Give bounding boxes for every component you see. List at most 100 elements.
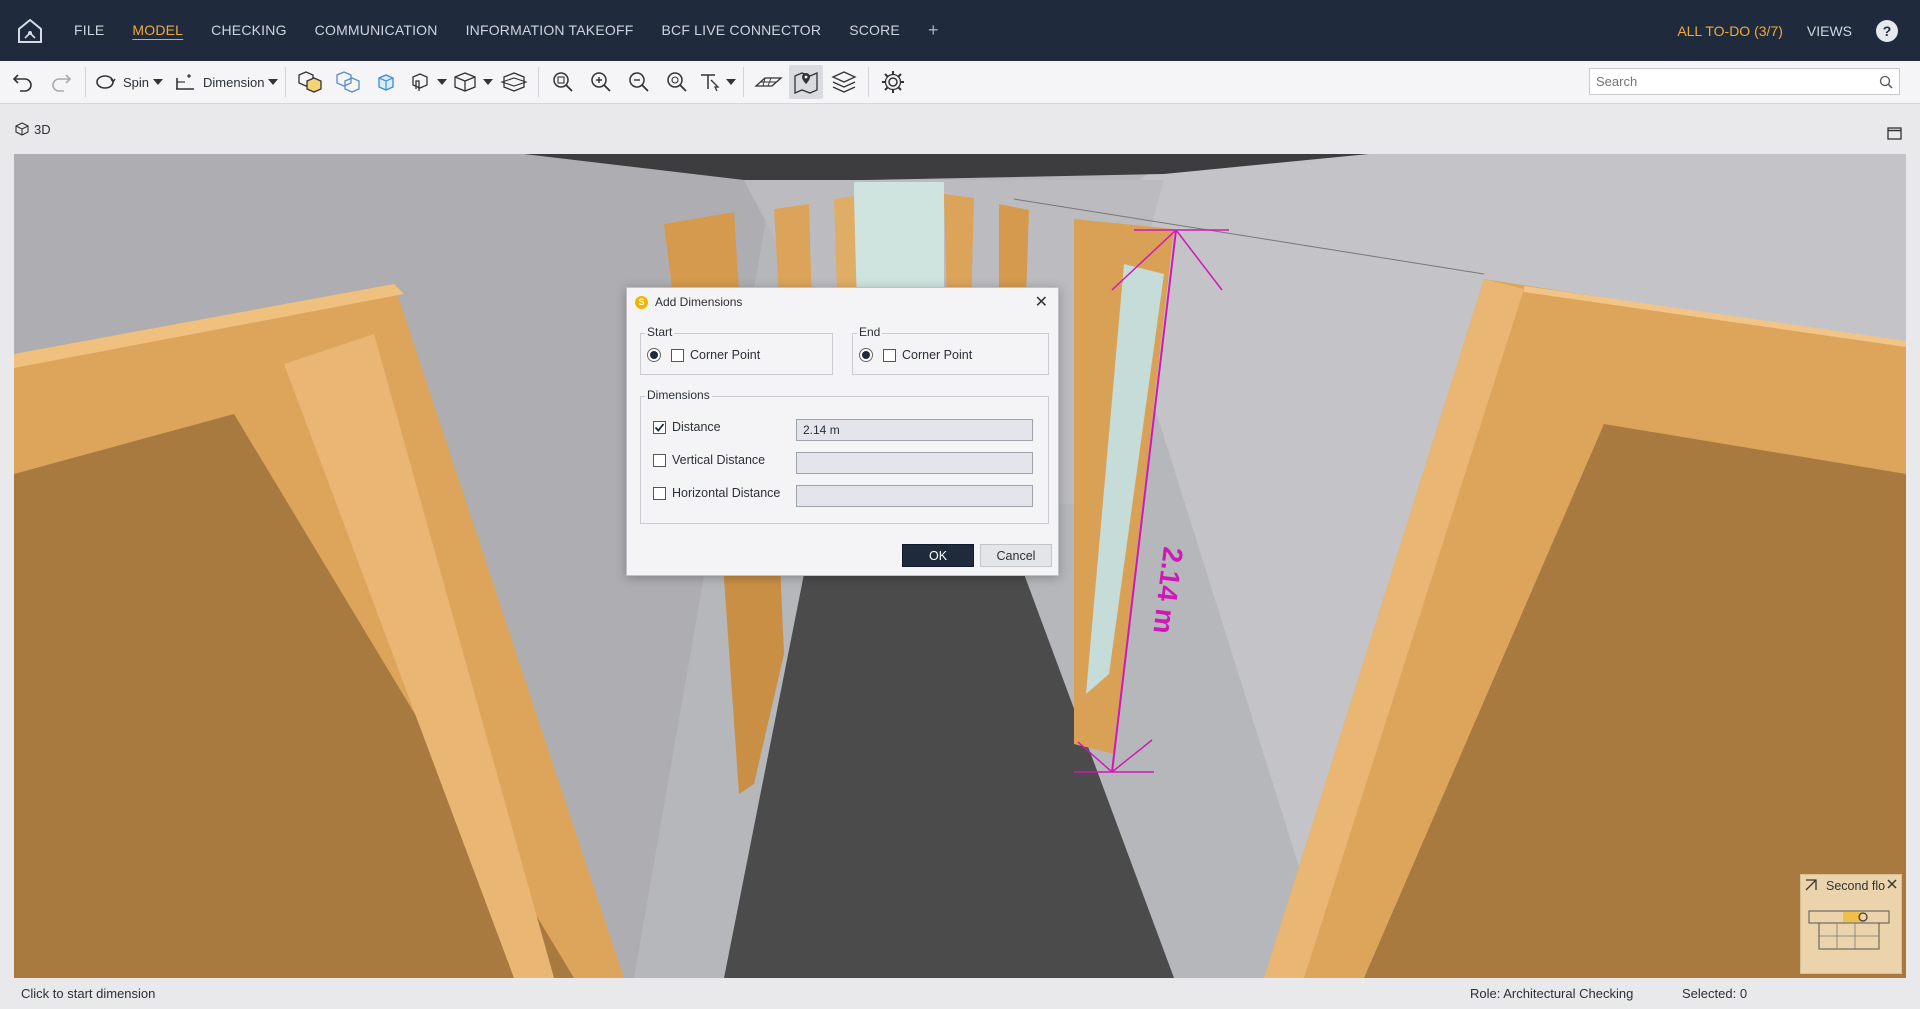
all-todo-button[interactable]: ALL TO-DO (3/7) — [1677, 23, 1783, 39]
chevron-down-icon — [437, 79, 448, 85]
start-group-label: Start — [645, 325, 675, 339]
add-dimensions-dialog: S Add Dimensions ✕ Start Corner Point En… — [626, 287, 1059, 576]
redo-icon — [52, 74, 72, 92]
expand-corner-icon[interactable] — [1805, 879, 1817, 891]
dialog-title-bar: S Add Dimensions — [627, 290, 1058, 314]
status-bar: Click to start dimension Role: Architect… — [0, 978, 1920, 1009]
dimension-label: Dimension — [203, 74, 265, 90]
view-tab-3d[interactable]: 3D — [34, 122, 51, 137]
end-group: End Corner Point — [852, 325, 1049, 375]
chevron-down-icon — [726, 79, 737, 85]
undo-icon — [12, 74, 32, 92]
zoom-out-button[interactable] — [622, 65, 656, 99]
dimensions-group-label: Dimensions — [645, 388, 712, 402]
start-group: Start Corner Point — [640, 325, 833, 375]
transparent-view-button[interactable] — [331, 65, 365, 99]
layers-button[interactable] — [827, 65, 861, 99]
menu-model[interactable]: MODEL — [118, 0, 197, 61]
views-button[interactable]: VIEWS — [1807, 23, 1852, 39]
vertical-distance-checkbox[interactable] — [653, 453, 666, 467]
cube-outline-icon — [378, 74, 395, 91]
layers-icon — [831, 71, 858, 93]
menu-file[interactable]: FILE — [60, 0, 118, 61]
menu-communication[interactable]: COMMUNICATION — [301, 0, 452, 61]
dimensions-group: Dimensions Distance 2.14 m Vertical Dist… — [640, 388, 1049, 524]
chevron-down-icon — [483, 79, 494, 85]
end-radio[interactable] — [859, 348, 873, 362]
toolbar-divider — [538, 67, 540, 97]
menu-bcf-live-connector[interactable]: BCF LIVE CONNECTOR — [647, 0, 835, 61]
menu-checking[interactable]: CHECKING — [197, 0, 301, 61]
floor-plan-thumbnail — [1808, 910, 1890, 950]
add-tab-button[interactable]: + — [914, 20, 953, 41]
top-right-controls: ALL TO-DO (3/7) VIEWS ? — [1677, 19, 1920, 42]
zoom-selection-icon — [667, 72, 688, 92]
spin-dropdown[interactable]: Spin — [93, 65, 164, 99]
maximize-icon[interactable] — [1887, 127, 1902, 145]
settings-button[interactable] — [876, 65, 910, 99]
horizontal-distance-option[interactable]: Horizontal Distance — [653, 486, 780, 500]
cube-3d-icon — [15, 122, 29, 136]
isolate-view-button[interactable] — [369, 65, 403, 99]
horizontal-distance-checkbox[interactable] — [653, 486, 666, 500]
search-box[interactable] — [1589, 68, 1900, 95]
checkmark-icon — [654, 422, 665, 432]
distance-label: Distance — [672, 420, 721, 434]
map-pin-icon — [794, 72, 819, 94]
floor-plan-button[interactable] — [751, 65, 785, 99]
zoom-out-icon — [629, 72, 650, 92]
cursor-pick-icon — [701, 74, 721, 92]
zoom-selected-button[interactable] — [660, 65, 694, 99]
undo-button[interactable] — [6, 65, 40, 99]
menu-information-takeoff[interactable]: INFORMATION TAKEOFF — [452, 0, 648, 61]
close-icon[interactable]: ✕ — [1035, 292, 1048, 312]
spin-icon — [96, 75, 116, 89]
model-view-button[interactable] — [293, 65, 327, 99]
menu-score[interactable]: SCORE — [835, 0, 914, 61]
search-input[interactable] — [1596, 74, 1879, 89]
dialog-title: Add Dimensions — [655, 295, 743, 309]
toolbar-divider — [85, 67, 86, 97]
map-pin-button[interactable] — [789, 65, 824, 99]
plane-view-button[interactable] — [497, 65, 531, 99]
search-icon[interactable] — [1879, 75, 1893, 89]
distance-field[interactable]: 2.14 m — [796, 419, 1033, 441]
chevron-down-icon — [153, 79, 164, 85]
horizontal-distance-field[interactable] — [796, 485, 1033, 507]
main-menu: FILE MODEL CHECKING COMMUNICATION INFORM… — [60, 0, 953, 61]
redo-button[interactable] — [44, 65, 78, 99]
zoom-in-button[interactable] — [584, 65, 618, 99]
vertical-distance-label: Vertical Distance — [672, 453, 766, 467]
distance-option[interactable]: Distance — [653, 420, 721, 434]
start-radio[interactable] — [647, 348, 661, 362]
vertical-distance-field[interactable] — [796, 452, 1033, 474]
pick-tool-dropdown[interactable] — [698, 65, 737, 99]
hand-cube-icon — [412, 73, 429, 91]
dimension-dropdown[interactable]: Dimension — [173, 65, 279, 99]
ok-button[interactable]: OK — [902, 544, 974, 567]
view-header: 3D — [14, 104, 1906, 154]
floor-minimap[interactable]: Second flo — [1800, 874, 1902, 974]
zoom-in-icon — [591, 72, 612, 92]
start-corner-point-checkbox[interactable] — [671, 348, 684, 362]
toolbar-divider — [285, 67, 287, 97]
transparent-cubes-icon — [336, 71, 361, 93]
spin-label: Spin — [123, 74, 150, 90]
home-logo-icon[interactable] — [0, 0, 60, 61]
cancel-button[interactable]: Cancel — [980, 544, 1052, 567]
section-tool-button[interactable] — [407, 65, 448, 99]
close-icon[interactable] — [1886, 878, 1898, 890]
gear-icon — [882, 71, 905, 93]
box-view-button[interactable] — [451, 65, 494, 99]
end-group-label: End — [857, 325, 883, 339]
toolbar-divider — [868, 67, 870, 97]
vertical-distance-option[interactable]: Vertical Distance — [653, 453, 765, 467]
zoom-extents-button[interactable] — [546, 65, 580, 99]
help-icon[interactable]: ? — [1876, 19, 1898, 42]
floor-plane-icon — [754, 77, 784, 87]
distance-checkbox[interactable] — [653, 420, 666, 434]
start-corner-point-option[interactable]: Corner Point — [647, 348, 760, 362]
status-role: Role: Architectural Checking — [1470, 986, 1634, 1001]
end-corner-point-checkbox[interactable] — [883, 348, 896, 362]
end-corner-point-option[interactable]: Corner Point — [859, 348, 972, 362]
